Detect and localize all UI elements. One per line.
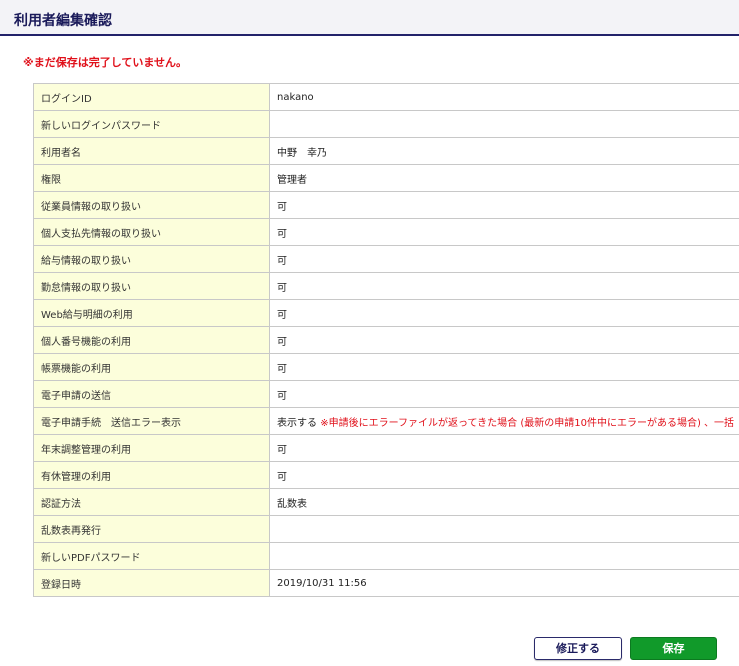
row-value-cell: 可 [269,380,739,408]
row-label: 認証方法 [33,488,270,516]
row-label: 登録日時 [33,569,270,597]
row-value-cell: 中野 幸乃 [269,137,739,165]
table-row: 従業員情報の取り扱い可 [33,191,739,219]
row-value: 管理者 [277,174,307,186]
row-value: 可 [277,363,287,375]
row-label: 個人番号機能の利用 [33,326,270,354]
row-label: 新しいPDFパスワード [33,542,270,570]
row-label: 勤怠情報の取り扱い [33,272,270,300]
table-row: 新しいPDFパスワード [33,542,739,570]
row-value-cell: 可 [269,272,739,300]
row-label: 年末調整管理の利用 [33,434,270,462]
row-value-cell: 可 [269,191,739,219]
row-value-cell: 可 [269,218,739,246]
row-value: 中野 幸乃 [277,147,327,159]
table-row: 乱数表再発行 [33,515,739,543]
table-row: 電子申請の送信可 [33,380,739,408]
row-label: ログインID [33,83,270,111]
table-row: 認証方法 乱数表 [33,488,739,516]
row-value-cell: 可 [269,245,739,273]
confirmation-table-container: ログインID nakano 新しいログインパスワード 利用者名 中野 幸乃 権限 管理者 従業… [33,83,739,624]
row-value: 可 [277,336,287,348]
row-value: 可 [277,255,287,267]
row-value: nakano [277,91,314,103]
row-value-cell: 可 [269,353,739,381]
row-label: Web給与明細の利用 [33,299,270,327]
table-row: 登録日時 2019/10/31 11:56 [33,569,739,597]
row-value-cell: 2019/10/31 11:56 [269,569,739,597]
row-value-cell [269,515,739,543]
row-value-cell: 可 [269,299,739,327]
table-row: 勤怠情報の取り扱い可 [33,272,739,300]
table-row: Web給与明細の利用可 [33,299,739,327]
table-row: 帳票機能の利用可 [33,353,739,381]
page-header: 利用者編集確認 [0,0,739,36]
row-value: 可 [277,444,287,456]
row-value-cell: 可 [269,461,739,489]
row-label: 給与情報の取り扱い [33,245,270,273]
row-value: 表示する [277,417,317,429]
row-value-cell: 乱数表 [269,488,739,516]
table-row: 給与情報の取り扱い可 [33,245,739,273]
table-row: 電子申請手続 送信エラー表示 表示する ※申請後にエラーファイルが返ってきた場合 … [33,407,739,435]
row-label: 乱数表再発行 [33,515,270,543]
table-row: 個人支払先情報の取り扱い可 [33,218,739,246]
page-title: 利用者編集確認 [14,13,112,29]
table-row: 年末調整管理の利用可 [33,434,739,462]
row-value: 2019/10/31 11:56 [277,577,367,589]
table-row: ログインID nakano [33,83,739,111]
row-value: 可 [277,282,287,294]
row-value-cell: 管理者 [269,164,739,192]
row-value: 可 [277,201,287,213]
confirmation-table: ログインID nakano 新しいログインパスワード 利用者名 中野 幸乃 権限 管理者 従業… [33,83,739,597]
table-row: 権限 管理者 [33,164,739,192]
row-value-cell: nakano [269,83,739,111]
row-value: 可 [277,390,287,402]
row-label: 個人支払先情報の取り扱い [33,218,270,246]
table-row: 新しいログインパスワード [33,110,739,138]
row-label: 新しいログインパスワード [33,110,270,138]
row-label: 従業員情報の取り扱い [33,191,270,219]
row-value: 可 [277,228,287,240]
row-value-cell: 可 [269,326,739,354]
row-label: 電子申請手続 送信エラー表示 [33,407,270,435]
row-label: 有休管理の利用 [33,461,270,489]
table-row: 有休管理の利用可 [33,461,739,489]
row-label: 帳票機能の利用 [33,353,270,381]
row-value-cell: 表示する ※申請後にエラーファイルが返ってきた場合 (最新の申請10件中にエラー… [269,407,739,435]
row-label: 電子申請の送信 [33,380,270,408]
row-value-cell [269,110,739,138]
row-value-cell [269,542,739,570]
row-value: 可 [277,309,287,321]
table-row: 個人番号機能の利用可 [33,326,739,354]
row-value: 可 [277,471,287,483]
edit-button[interactable]: 修正する [534,637,622,660]
row-value: 乱数表 [277,498,307,510]
row-label: 利用者名 [33,137,270,165]
row-label: 権限 [33,164,270,192]
row-note: ※申請後にエラーファイルが返ってきた場合 (最新の申請10件中にエラーがある場合… [320,417,735,429]
unsaved-warning: ※まだ保存は完了していません。 [23,56,188,69]
table-row: 利用者名 中野 幸乃 [33,137,739,165]
row-value-cell: 可 [269,434,739,462]
save-button[interactable]: 保存 [630,637,717,660]
